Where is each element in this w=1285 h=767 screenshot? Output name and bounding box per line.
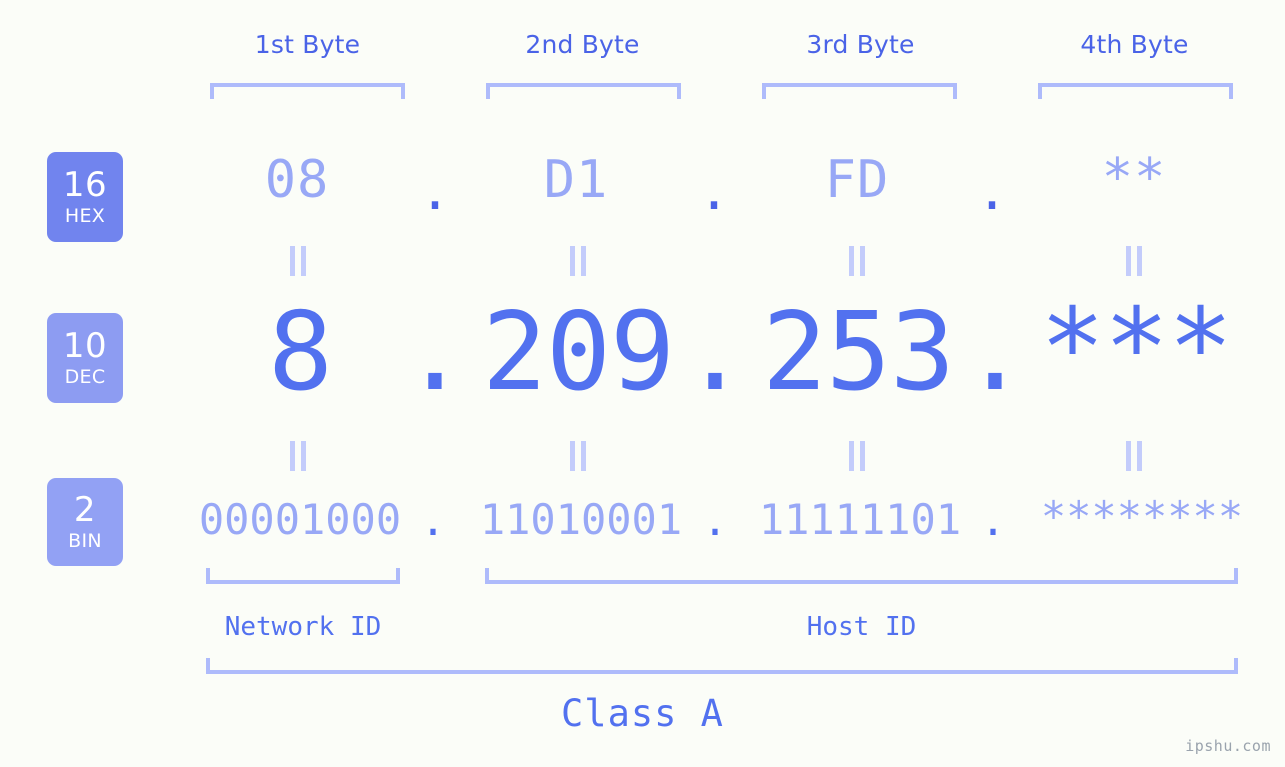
dec-byte-2: 209 <box>481 290 675 415</box>
site-watermark: ipshu.com <box>1185 737 1271 755</box>
equals-connector-dec-bin-4 <box>1124 441 1144 471</box>
byte-bracket-top-4 <box>1038 83 1233 99</box>
hex-byte-1: 08 <box>264 150 330 210</box>
equals-connector-hex-dec-3 <box>847 246 867 276</box>
hex-separator-2: . <box>698 162 730 222</box>
dec-byte-3: 253 <box>761 290 955 415</box>
class-bracket <box>206 658 1238 674</box>
byte-bracket-top-2 <box>486 83 681 99</box>
byte-header-3: 3rd Byte <box>806 30 915 59</box>
base-badge-bin[interactable]: 2 BIN <box>47 478 123 566</box>
dec-separator-3: . <box>962 290 1028 415</box>
base-badge-hex-name: HEX <box>64 205 106 227</box>
base-badge-hex[interactable]: 16 HEX <box>47 152 123 242</box>
bin-separator-1: . <box>420 496 446 545</box>
base-badge-dec[interactable]: 10 DEC <box>47 313 123 403</box>
host-id-bracket <box>485 568 1238 584</box>
equals-connector-dec-bin-2 <box>568 441 588 471</box>
bin-separator-3: . <box>980 496 1006 545</box>
base-badge-hex-number: 16 <box>62 165 108 205</box>
base-badge-dec-number: 10 <box>62 326 108 366</box>
base-badge-bin-number: 2 <box>73 490 97 530</box>
byte-bracket-top-1 <box>210 83 405 99</box>
equals-connector-dec-bin-3 <box>847 441 867 471</box>
hex-byte-2: D1 <box>543 150 609 210</box>
equals-connector-hex-dec-4 <box>1124 246 1144 276</box>
base-badge-bin-name: BIN <box>68 530 102 552</box>
bin-byte-1: 00001000 <box>198 495 402 544</box>
bin-byte-2: 11010001 <box>479 495 683 544</box>
hex-byte-4: ** <box>1101 148 1167 208</box>
byte-header-4: 4th Byte <box>1080 30 1189 59</box>
bin-byte-3: 11111101 <box>758 495 962 544</box>
ip-address-breakdown-diagram: 1st Byte 2nd Byte 3rd Byte 4th Byte 16 H… <box>0 0 1285 767</box>
network-id-bracket <box>206 568 400 584</box>
hex-byte-3: FD <box>824 150 890 210</box>
hex-separator-3: . <box>976 162 1008 222</box>
bin-byte-4: ******** <box>1040 492 1244 541</box>
byte-header-1: 1st Byte <box>254 30 361 59</box>
dec-separator-2: . <box>682 290 748 415</box>
byte-header-2: 2nd Byte <box>525 30 640 59</box>
class-label: Class A <box>561 692 724 735</box>
dec-byte-4: *** <box>1039 286 1233 411</box>
network-id-label: Network ID <box>224 612 382 642</box>
hex-separator-1: . <box>419 162 451 222</box>
bin-separator-2: . <box>702 496 728 545</box>
base-badge-dec-name: DEC <box>64 366 106 388</box>
dec-byte-1: 8 <box>267 290 333 415</box>
byte-bracket-top-3 <box>762 83 957 99</box>
equals-connector-hex-dec-2 <box>568 246 588 276</box>
equals-connector-hex-dec-1 <box>288 246 308 276</box>
host-id-label: Host ID <box>806 612 917 642</box>
equals-connector-dec-bin-1 <box>288 441 308 471</box>
dec-separator-1: . <box>402 290 468 415</box>
